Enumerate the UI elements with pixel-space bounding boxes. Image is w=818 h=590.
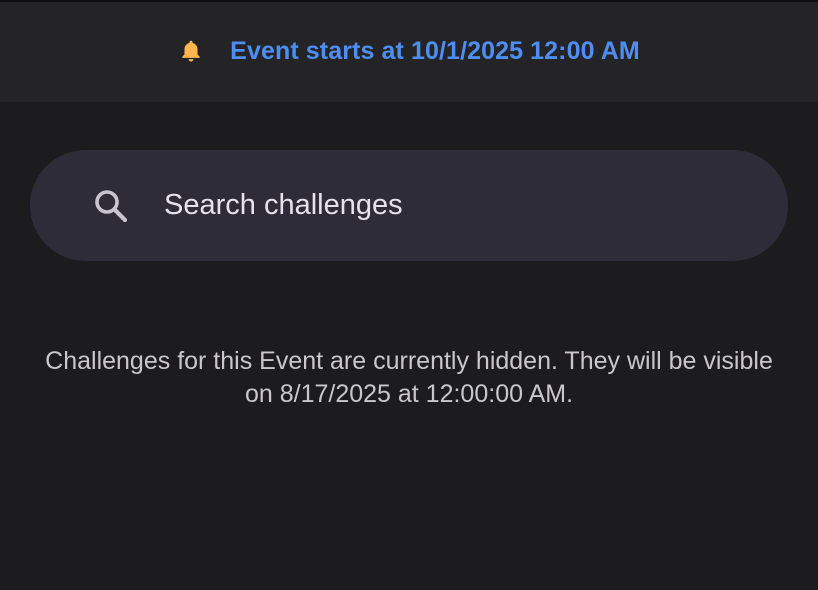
bell-icon: [178, 38, 204, 64]
search-bar[interactable]: [30, 150, 788, 261]
event-banner: Event starts at 10/1/2025 12:00 AM: [0, 2, 818, 102]
challenges-hidden-message: Challenges for this Event are currently …: [45, 347, 773, 408]
search-icon[interactable]: [92, 187, 130, 225]
event-start-text: Event starts at 10/1/2025 12:00 AM: [230, 36, 640, 65]
search-input[interactable]: [164, 180, 764, 230]
